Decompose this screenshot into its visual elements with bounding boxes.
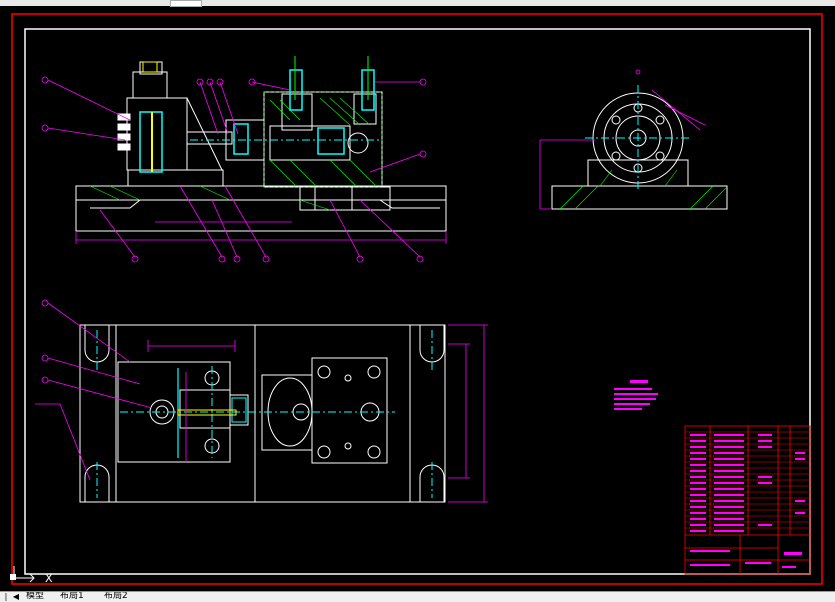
side-view-dimensions xyxy=(539,69,706,210)
tab-nav-prev[interactable]: ◀ xyxy=(12,592,20,601)
tab-model[interactable]: 模型 xyxy=(26,592,44,601)
front-view-leaders xyxy=(47,79,421,258)
front-view xyxy=(75,61,447,232)
front-view-dimensions xyxy=(75,221,447,244)
tab-layout2[interactable]: 布局2 xyxy=(104,592,128,601)
top-view xyxy=(79,324,446,503)
top-view-centerlines xyxy=(96,330,433,498)
ucs-axis-icon xyxy=(10,566,35,583)
drawing-canvas[interactable]: X xyxy=(0,6,835,591)
technical-requirements xyxy=(614,380,658,410)
layout-tab-bar: |◀ ◀ 模型 布局1 布局2 xyxy=(0,591,835,602)
sheet-frame xyxy=(11,13,823,585)
ucs-x-label: X xyxy=(45,572,53,585)
top-view-dimensions xyxy=(147,324,488,503)
top-view-details xyxy=(177,368,247,458)
front-view-hatching xyxy=(89,91,383,211)
top-view-leaders xyxy=(35,299,153,481)
side-view-centerlines xyxy=(585,85,692,192)
side-view-hatching xyxy=(559,169,728,210)
side-view xyxy=(551,92,728,210)
tab-nav-first[interactable]: |◀ xyxy=(2,592,10,602)
tab-layout1[interactable]: 布局1 xyxy=(60,592,84,601)
front-view-details xyxy=(139,56,380,173)
